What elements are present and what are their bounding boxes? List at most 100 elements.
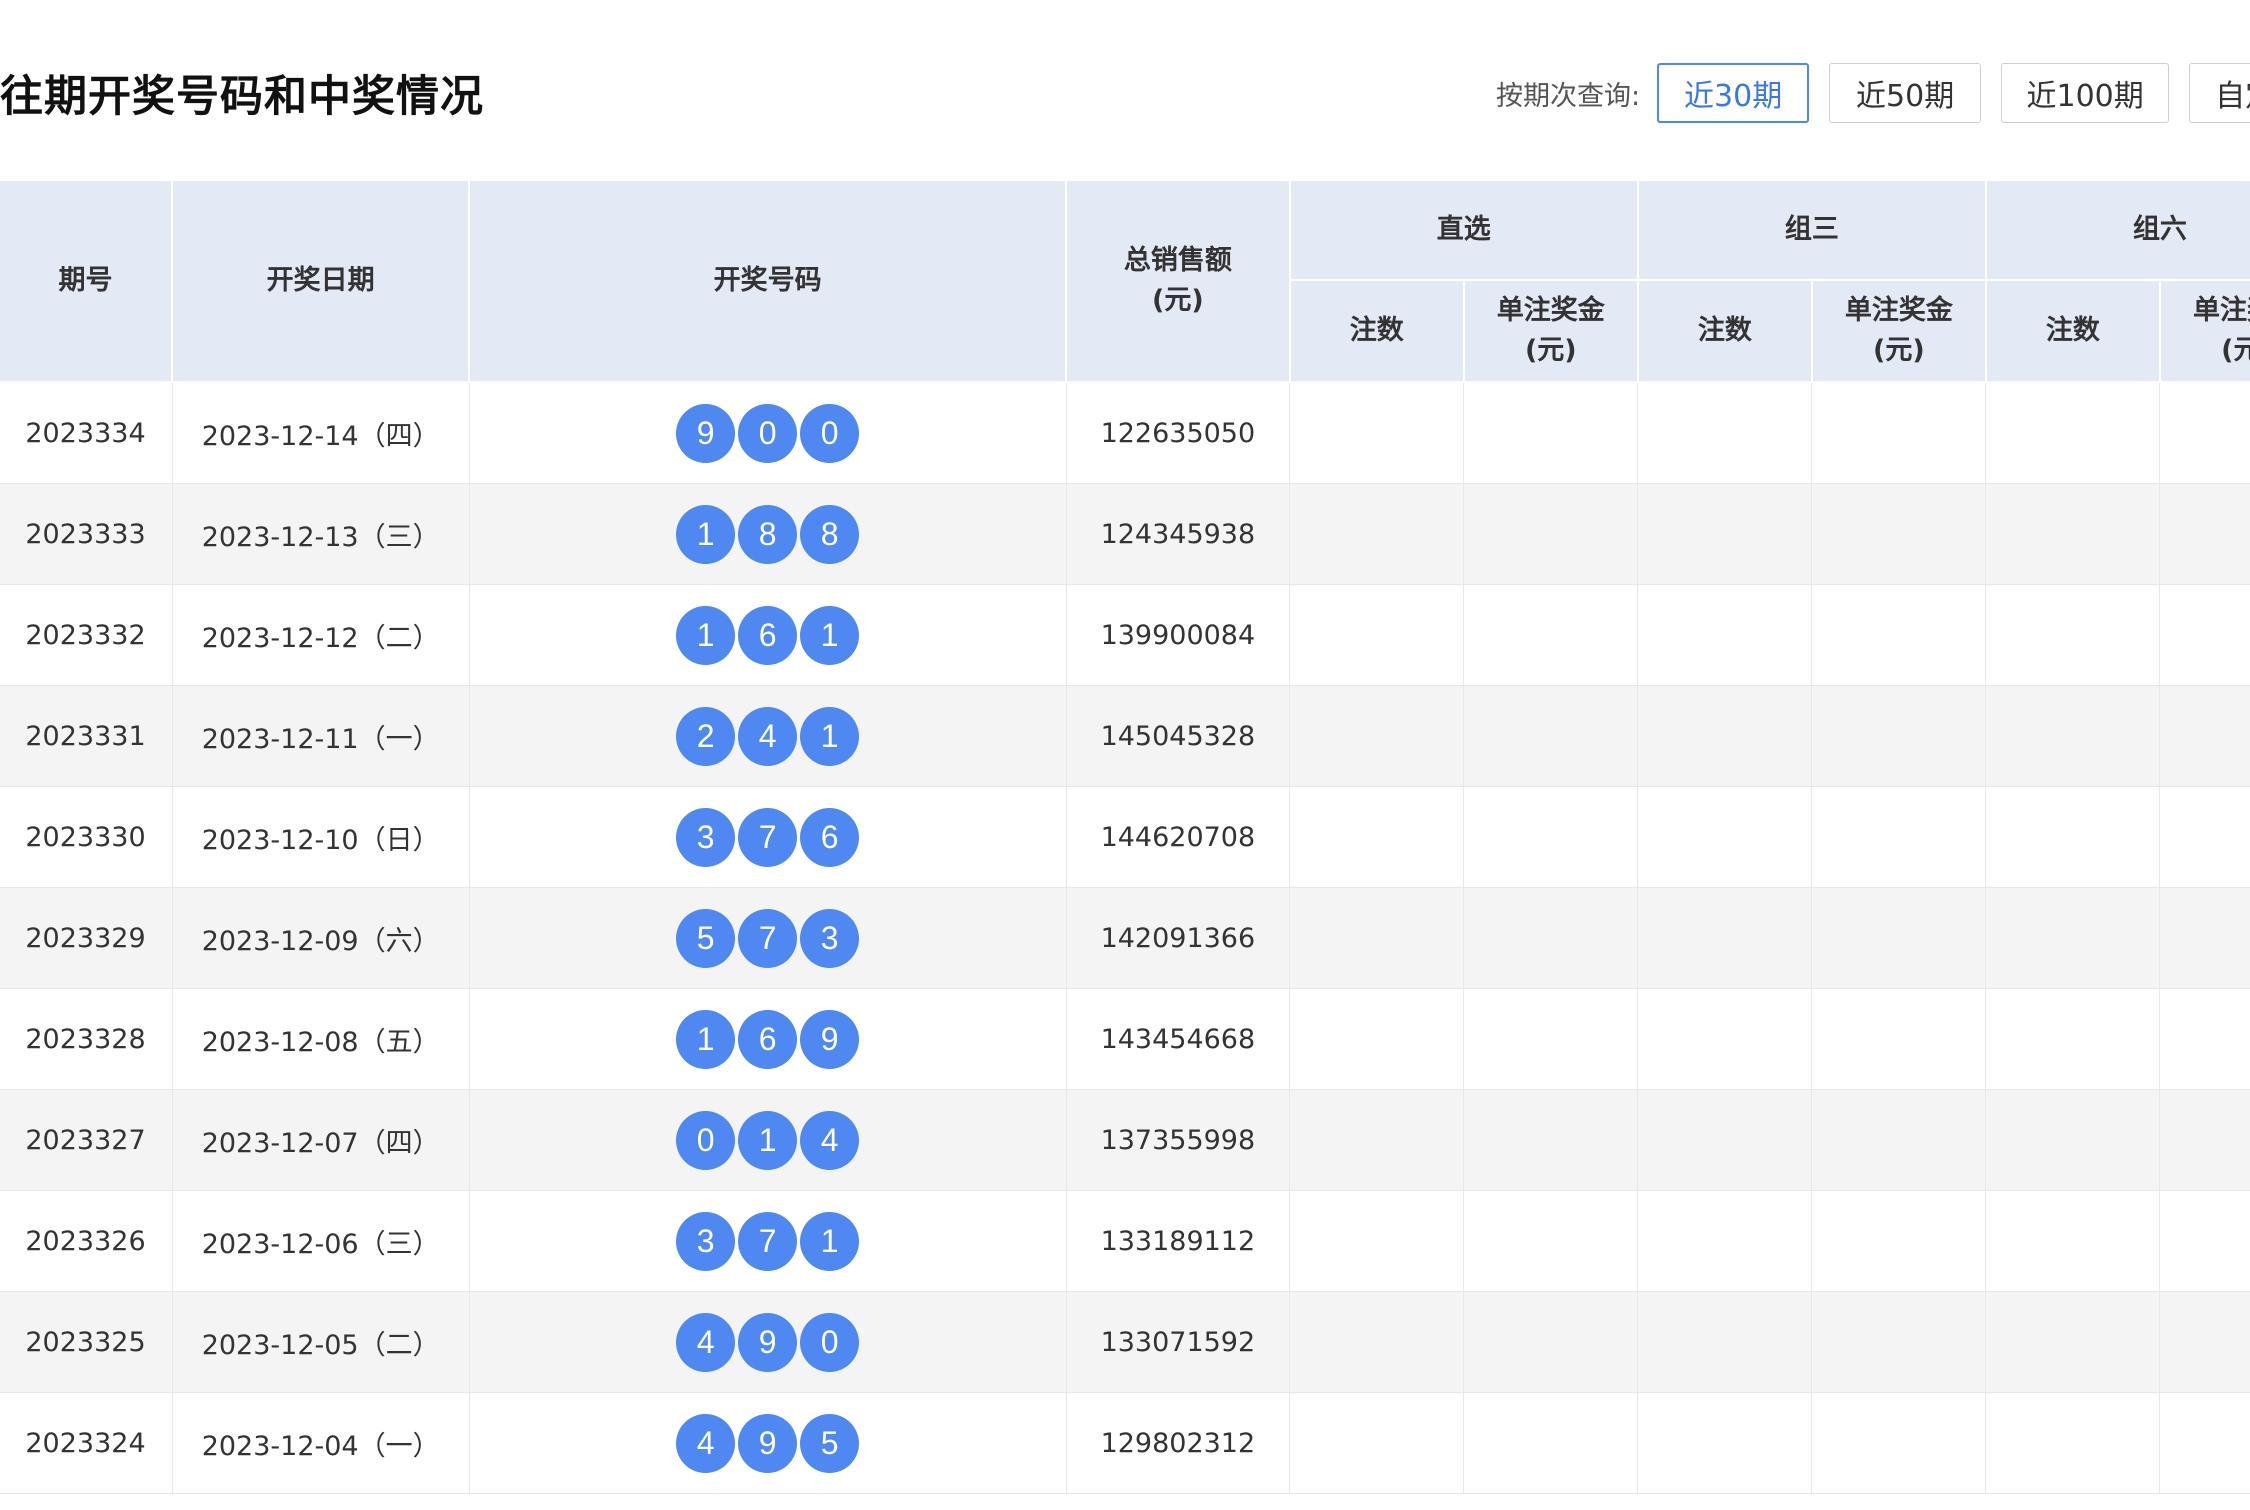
number-ball: 6 — [800, 807, 860, 867]
cell-group6-prize — [2159, 1392, 2250, 1494]
cell-direct-prize — [1463, 685, 1639, 787]
header-group3: 组三 — [1636, 179, 1987, 281]
cell-direct-prize — [1463, 1089, 1639, 1191]
winning-number-balls: 900 — [676, 403, 860, 463]
cell-group6-count — [1985, 887, 2161, 989]
table-row: 2023334 2023-12-14（四） 9 0 0 122635050 — [0, 381, 2250, 484]
number-ball: 7 — [738, 807, 798, 867]
table-row: 2023331 2023-12-11（一） 2 4 1 145045328 — [0, 685, 2250, 787]
header-date: 开奖日期 — [170, 179, 471, 383]
cell-group3-count — [1637, 1291, 1813, 1393]
cell-direct-count — [1289, 988, 1465, 1090]
header-prize-unit: (元) — [1524, 335, 1577, 366]
number-ball: 3 — [676, 807, 736, 867]
recent-30-button[interactable]: 近30期 — [1657, 63, 1810, 123]
cell-group3-count — [1637, 584, 1813, 686]
number-ball: 6 — [738, 1009, 798, 1069]
cell-group3-prize — [1811, 1089, 1987, 1191]
number-ball: 9 — [676, 403, 736, 463]
draw-results-table: 期号 开奖日期 开奖号码 总销售额 (元) 直选 组三 组六 注数 单注奖金 (… — [0, 179, 2250, 1494]
cell-direct-count — [1289, 381, 1465, 484]
header-group6: 组六 — [1984, 179, 2250, 281]
cell-date: 2023-12-13（三） — [171, 483, 470, 585]
table-row: 2023328 2023-12-08（五） 1 6 9 143454668 — [0, 988, 2250, 1090]
number-ball: 8 — [800, 504, 860, 564]
cell-group3-prize — [1811, 786, 1987, 888]
cell-issue: 2023331 — [0, 685, 173, 787]
cell-group3-prize — [1811, 1392, 1987, 1494]
cell-group6-count — [1985, 685, 2161, 787]
cell-group3-count — [1637, 786, 1813, 888]
header-prize-unit: (元) — [2221, 335, 2250, 366]
cell-date: 2023-12-05（二） — [171, 1291, 470, 1393]
cell-numbers: 161 — [468, 584, 1067, 686]
cell-group3-count — [1637, 685, 1813, 787]
winning-number-balls: 573 — [676, 908, 860, 968]
cell-group3-prize — [1811, 1291, 1987, 1393]
cell-direct-count — [1289, 1392, 1465, 1494]
cell-group3-count — [1637, 1392, 1813, 1494]
table-row: 2023327 2023-12-07（四） 0 1 4 137355998 — [0, 1089, 2250, 1191]
cell-date: 2023-12-04（一） — [171, 1392, 470, 1494]
cell-sales: 142091366 — [1065, 887, 1291, 989]
number-ball: 4 — [676, 1312, 736, 1372]
cell-direct-count — [1289, 584, 1465, 686]
header-issue: 期号 — [0, 179, 173, 383]
cell-group6-count — [1985, 1291, 2161, 1393]
recent-50-button[interactable]: 近50期 — [1829, 63, 1982, 123]
cell-group6-prize — [2159, 1089, 2250, 1191]
cell-numbers: 573 — [468, 887, 1067, 989]
cell-group6-prize — [2159, 584, 2250, 686]
cell-direct-prize — [1463, 483, 1639, 585]
header-sales-unit: (元) — [1152, 285, 1204, 316]
query-label: 按期次查询: — [1496, 80, 1641, 112]
cell-date: 2023-12-14（四） — [171, 381, 470, 484]
cell-numbers: 371 — [468, 1190, 1067, 1292]
cell-issue: 2023328 — [0, 988, 173, 1090]
table-row: 2023326 2023-12-06（三） 3 7 1 133189112 — [0, 1190, 2250, 1292]
cell-direct-prize — [1463, 1190, 1639, 1292]
number-ball: 9 — [800, 1009, 860, 1069]
header-group6-count: 注数 — [1984, 279, 2161, 383]
cell-group6-count — [1985, 1190, 2161, 1292]
cell-group6-count — [1985, 381, 2161, 484]
cell-issue: 2023329 — [0, 887, 173, 989]
page-title: 往期开奖号码和中奖情况 — [0, 72, 484, 122]
header-numbers: 开奖号码 — [468, 179, 1067, 383]
cell-group6-count — [1985, 988, 2161, 1090]
cell-group6-count — [1985, 1089, 2161, 1191]
recent-100-button[interactable]: 近100期 — [2001, 63, 2170, 123]
table-row: 2023325 2023-12-05（二） 4 9 0 133071592 — [0, 1291, 2250, 1393]
cell-numbers: 169 — [468, 988, 1067, 1090]
cell-issue: 2023333 — [0, 483, 173, 585]
custom-range-button[interactable]: 自定义 — [2189, 63, 2250, 123]
cell-sales: 144620708 — [1065, 786, 1291, 888]
cell-direct-prize — [1463, 786, 1639, 888]
cell-sales: 143454668 — [1065, 988, 1291, 1090]
header-sales: 总销售额 (元) — [1065, 179, 1291, 383]
cell-sales: 133071592 — [1065, 1291, 1291, 1393]
winning-number-balls: 161 — [676, 605, 860, 665]
table-row: 2023330 2023-12-10（日） 3 7 6 144620708 — [0, 786, 2250, 888]
number-ball: 4 — [676, 1413, 736, 1473]
cell-direct-prize — [1463, 988, 1639, 1090]
cell-numbers: 241 — [468, 685, 1067, 787]
cell-direct-count — [1289, 887, 1465, 989]
number-ball: 3 — [800, 908, 860, 968]
cell-group3-count — [1637, 483, 1813, 585]
cell-group3-count — [1637, 887, 1813, 989]
header-group3-count: 注数 — [1636, 279, 1813, 383]
number-ball: 4 — [738, 706, 798, 766]
cell-group3-count — [1637, 1190, 1813, 1292]
cell-issue: 2023332 — [0, 584, 173, 686]
winning-number-balls: 490 — [676, 1312, 860, 1372]
winning-number-balls: 495 — [676, 1413, 860, 1473]
winning-number-balls: 241 — [676, 706, 860, 766]
cell-group6-prize — [2159, 1190, 2250, 1292]
number-ball: 1 — [800, 605, 860, 665]
cell-issue: 2023327 — [0, 1089, 173, 1191]
cell-group6-count — [1985, 584, 2161, 686]
cell-group6-prize — [2159, 381, 2250, 484]
number-ball: 3 — [676, 1211, 736, 1271]
cell-issue: 2023325 — [0, 1291, 173, 1393]
